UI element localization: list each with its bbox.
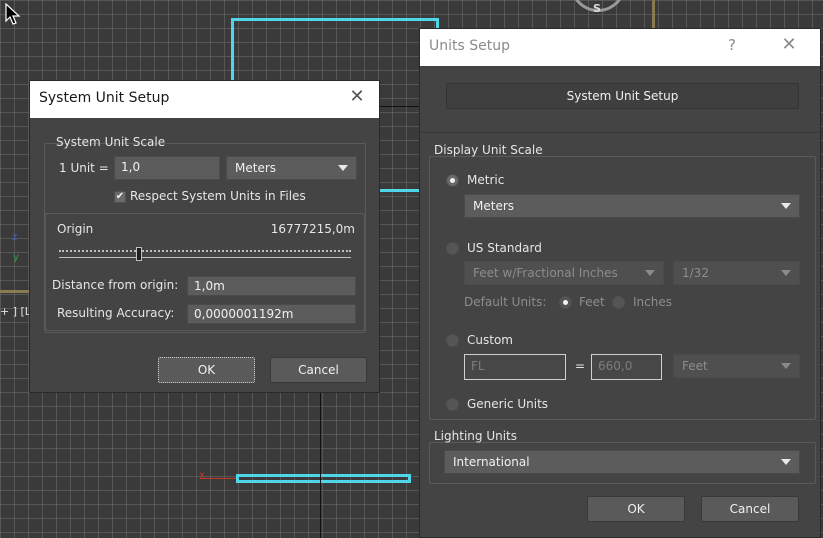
chevron-down-icon — [781, 203, 791, 209]
close-icon[interactable]: ✕ — [343, 85, 371, 109]
viewport-label[interactable]: + ] [L — [0, 305, 31, 318]
cancel-button[interactable]: Cancel — [701, 496, 799, 522]
metric-dropdown[interactable]: Meters — [464, 194, 800, 218]
viewport-border-line — [652, 0, 655, 30]
metric-radio[interactable] — [446, 174, 459, 187]
feet-label[interactable]: Feet — [579, 295, 605, 309]
units-setup-dialog: Units Setup ? ✕ System Unit Setup Displa… — [419, 28, 821, 538]
default-units-label: Default Units: — [464, 295, 547, 309]
selection-outline-side — [380, 189, 420, 192]
grid-axis-horizontal — [0, 290, 30, 293]
inches-radio[interactable] — [612, 296, 625, 309]
origin-label: Origin — [57, 222, 94, 236]
slider-ticks — [59, 250, 351, 252]
divider — [420, 132, 820, 133]
slider-track — [59, 257, 351, 258]
custom-unit-dropdown[interactable]: Feet — [673, 354, 800, 378]
unit-type-value: Meters — [235, 161, 277, 175]
axis-gizmo-y-label: y — [13, 252, 19, 263]
respect-units-label[interactable]: Respect System Units in Files — [130, 189, 306, 203]
us-standard-dropdown[interactable]: Feet w/Fractional Inches — [464, 261, 664, 285]
selection-outline-bottom — [236, 474, 411, 483]
us-standard-value: Feet w/Fractional Inches — [473, 266, 618, 280]
unit-type-dropdown[interactable]: Meters — [226, 156, 357, 180]
help-icon[interactable]: ? — [718, 33, 746, 57]
system-unit-scale-label: System Unit Scale — [56, 135, 166, 149]
grid-axis-horizontal-2 — [380, 106, 420, 107]
accuracy-value-field: 0,0000001192m — [187, 304, 356, 324]
chevron-down-icon — [645, 270, 655, 276]
custom-label[interactable]: Custom — [467, 333, 513, 347]
system-unit-setup-button[interactable]: System Unit Setup — [446, 83, 799, 109]
us-fraction-value: 1/32 — [682, 266, 709, 280]
units-dialog-titlebar: Units Setup ? ✕ — [420, 29, 820, 66]
accuracy-label: Resulting Accuracy: — [57, 306, 175, 320]
distance-label: Distance from origin: — [52, 278, 179, 292]
unit-value-input[interactable]: 1,0 — [114, 156, 220, 180]
selection-outline-top — [231, 18, 439, 80]
us-fraction-dropdown[interactable]: 1/32 — [673, 261, 800, 285]
axis-red-line — [200, 478, 236, 479]
slider-handle[interactable] — [136, 247, 142, 261]
distance-value-field[interactable]: 1,0m — [187, 276, 356, 296]
chevron-down-icon — [338, 165, 348, 171]
axis-gizmo-z-label: z — [12, 232, 18, 243]
origin-value: 16777215,0m — [270, 222, 355, 236]
cursor-arrow-icon — [5, 2, 23, 28]
metric-label[interactable]: Metric — [467, 173, 504, 187]
system-dialog-titlebar: System Unit Setup ✕ — [30, 81, 379, 118]
chevron-down-icon — [781, 363, 791, 369]
ok-button[interactable]: OK — [587, 496, 685, 522]
custom-radio[interactable] — [446, 334, 459, 347]
generic-units-label[interactable]: Generic Units — [467, 397, 548, 411]
unit-label: 1 Unit = — [59, 161, 109, 175]
us-standard-radio[interactable] — [446, 242, 459, 255]
custom-value-input[interactable]: 660,0 — [591, 354, 662, 380]
units-dialog-title: Units Setup — [429, 38, 510, 54]
system-unit-setup-dialog: System Unit Setup ✕ System Unit Scale 1 … — [29, 80, 380, 393]
custom-unit-value: Feet — [682, 359, 708, 373]
generic-units-radio[interactable] — [446, 398, 459, 411]
ok-button[interactable]: OK — [158, 357, 255, 383]
respect-units-checkbox[interactable]: ✔ — [114, 191, 126, 203]
cancel-button[interactable]: Cancel — [270, 357, 367, 383]
origin-slider[interactable] — [59, 243, 351, 263]
metric-value: Meters — [473, 199, 515, 213]
lighting-units-value: International — [453, 455, 530, 469]
lighting-units-dropdown[interactable]: International — [444, 450, 800, 474]
axis-x-marker: x — [199, 470, 205, 481]
compass-south-label: S — [593, 2, 601, 15]
inches-label[interactable]: Inches — [633, 295, 672, 309]
display-unit-scale-label: Display Unit Scale — [434, 143, 543, 157]
chevron-down-icon — [781, 459, 791, 465]
system-dialog-title: System Unit Setup — [39, 90, 170, 106]
us-standard-label[interactable]: US Standard — [467, 241, 542, 255]
feet-radio[interactable] — [559, 296, 572, 309]
equals-sign: = — [575, 359, 586, 373]
custom-name-input[interactable]: FL — [464, 354, 566, 380]
grid-axis-vertical — [320, 393, 321, 538]
close-icon[interactable]: ✕ — [775, 33, 803, 57]
chevron-down-icon — [781, 270, 791, 276]
lighting-units-label: Lighting Units — [434, 429, 517, 443]
